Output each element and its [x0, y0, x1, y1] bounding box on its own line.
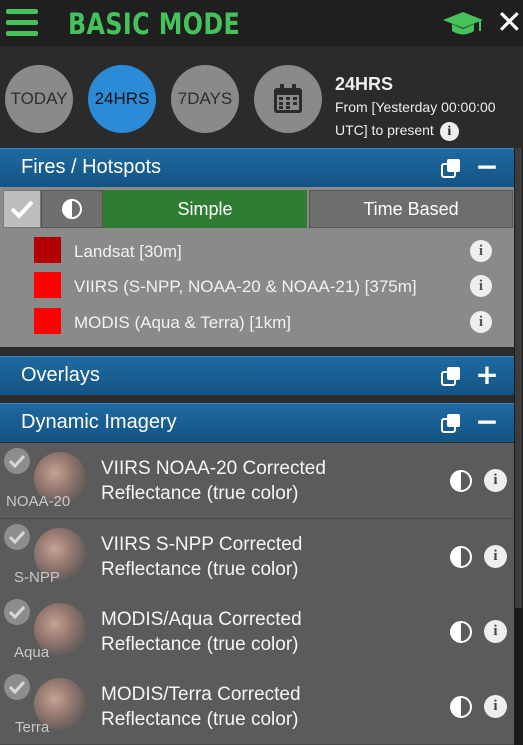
calendar-icon — [274, 84, 302, 113]
imagery-layer-row[interactable]: Terra MODIS/Terra Corrected Reflectance (… — [0, 669, 514, 745]
top-bar: BASIC MODE ✕ — [0, 0, 523, 46]
overlays-section-header[interactable]: Overlays + — [0, 356, 514, 395]
contrast-icon[interactable] — [449, 545, 473, 569]
layer-check-toggle[interactable] — [4, 524, 30, 550]
overlays-section-title: Overlays — [21, 364, 100, 386]
fires-section-header[interactable]: Fires / Hotspots − — [0, 148, 514, 187]
layer-title: VIIRS S-NPP Corrected Reflectance (true c… — [101, 534, 303, 580]
time-based-tab[interactable]: Time Based — [309, 190, 513, 228]
24hrs-button[interactable]: 24HRS — [88, 65, 156, 133]
check-icon — [10, 200, 34, 219]
fires-section-title: Fires / Hotspots — [21, 156, 162, 178]
legend-item: VIIRS (S-NPP, NOAA-20 & NOAA-21) [375m] … — [0, 272, 514, 302]
layer-check-toggle[interactable] — [4, 448, 30, 474]
contrast-icon[interactable] — [449, 469, 473, 493]
fires-section-body: Simple Time Based Landsat [30m] i VIIRS … — [0, 187, 514, 347]
copy-icon[interactable] — [441, 413, 461, 433]
layer-title: MODIS/Aqua Corrected Reflectance (true co… — [101, 609, 302, 655]
info-icon[interactable]: i — [484, 469, 507, 492]
thumbnail-label: Aqua — [14, 644, 50, 661]
today-button[interactable]: TODAY — [5, 65, 73, 133]
dynamic-imagery-section-header[interactable]: Dynamic Imagery − — [0, 403, 514, 442]
thumbnail-label: NOAA-20 — [6, 493, 71, 510]
check-icon — [9, 454, 25, 468]
legend-swatch — [34, 308, 61, 334]
copy-icon[interactable] — [441, 158, 461, 178]
info-icon[interactable]: i — [484, 545, 507, 568]
simple-tab[interactable]: Simple — [103, 190, 307, 228]
check-icon — [9, 530, 25, 544]
info-icon[interactable]: i — [439, 121, 459, 141]
info-icon[interactable]: i — [470, 240, 492, 262]
legend-swatch — [34, 272, 61, 298]
collapse-icon[interactable]: − — [475, 407, 499, 437]
calendar-button[interactable] — [254, 65, 322, 133]
layer-title: VIIRS NOAA-20 Corrected Reflectance (true… — [101, 458, 326, 504]
info-icon[interactable]: i — [484, 620, 507, 643]
legend-item: Landsat [30m] i — [0, 237, 514, 267]
page-title: BASIC MODE — [68, 7, 241, 41]
close-icon[interactable]: ✕ — [496, 6, 523, 38]
thumbnail-label: S-NPP — [14, 569, 60, 586]
legend-label: VIIRS (S-NPP, NOAA-20 & NOAA-21) [375m] — [74, 277, 417, 296]
legend-label: MODIS (Aqua & Terra) [1km] — [74, 313, 291, 332]
copy-icon[interactable] — [441, 366, 461, 386]
imagery-layer-row[interactable]: Aqua MODIS/Aqua Corrected Reflectance (tr… — [0, 594, 514, 670]
info-icon[interactable]: i — [484, 695, 507, 718]
contrast-icon[interactable] — [449, 695, 473, 719]
legend-item: MODIS (Aqua & Terra) [1km] i — [0, 308, 514, 338]
time-summary-line1: From [Yesterday 00:00:00 — [335, 99, 496, 115]
info-icon[interactable]: i — [470, 311, 492, 333]
thumbnail-label: Terra — [15, 719, 50, 736]
layer-title: MODIS/Terra Corrected Reflectance (true c… — [101, 684, 301, 730]
hamburger-menu-icon[interactable] — [6, 9, 38, 37]
scrollbar[interactable] — [514, 148, 523, 745]
layer-check-toggle[interactable] — [4, 674, 30, 700]
info-icon[interactable]: i — [470, 275, 492, 297]
layer-check-toggle[interactable] — [4, 599, 30, 625]
time-range-bar: TODAY 24HRS 7DAYS 24HRS From [Yesterday … — [0, 46, 523, 148]
check-toggle-button[interactable] — [3, 190, 41, 228]
graduation-cap-icon[interactable] — [443, 10, 483, 38]
fires-tab-row: Simple Time Based — [0, 190, 514, 228]
scrollbar-thumb[interactable] — [515, 148, 522, 608]
imagery-layer-row[interactable]: NOAA-20 VIIRS NOAA-20 Corrected Reflectan… — [0, 443, 514, 519]
imagery-layer-row[interactable]: S-NPP VIIRS S-NPP Corrected Reflectance (… — [0, 519, 514, 595]
dynamic-imagery-section-title: Dynamic Imagery — [21, 411, 177, 433]
legend-label: Landsat [30m] — [74, 242, 182, 261]
time-summary: 24HRS From [Yesterday 00:00:00 UTC] to p… — [335, 74, 520, 141]
contrast-toggle-button[interactable] — [41, 190, 103, 228]
legend-swatch — [34, 237, 61, 263]
check-icon — [9, 605, 25, 619]
expand-icon[interactable]: + — [475, 360, 499, 390]
7days-button[interactable]: 7DAYS — [171, 65, 239, 133]
time-summary-title: 24HRS — [335, 74, 394, 94]
time-summary-line2: UTC] to present — [335, 122, 434, 138]
contrast-icon — [62, 199, 82, 219]
collapse-icon[interactable]: − — [475, 152, 499, 182]
contrast-icon[interactable] — [449, 620, 473, 644]
check-icon — [9, 680, 25, 694]
